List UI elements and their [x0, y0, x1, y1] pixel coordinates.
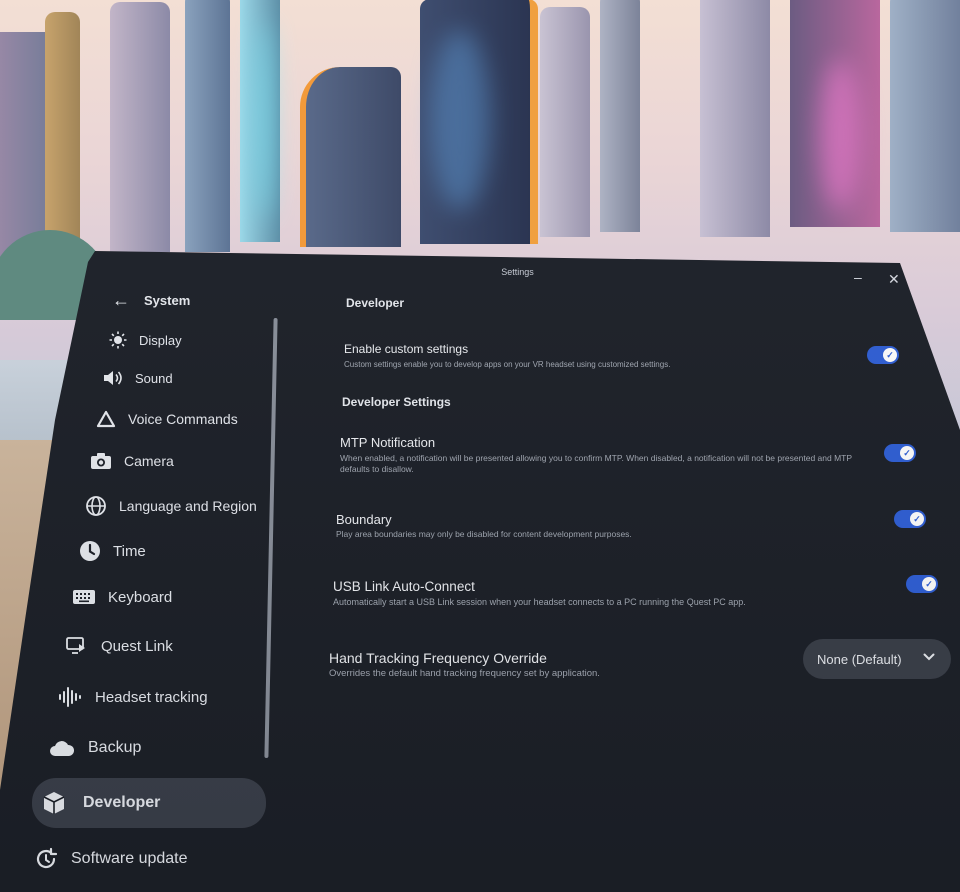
brightness-icon [109, 331, 127, 349]
boundary-description: Play area boundaries may only be disable… [336, 529, 632, 539]
sidebar-item-label: Keyboard [108, 588, 173, 606]
clock-icon [79, 540, 101, 562]
check-icon: ✓ [922, 577, 936, 591]
section-heading: Developer Settings [342, 395, 451, 409]
usb-link-toggle[interactable]: ✓ [906, 575, 938, 593]
boundary-toggle[interactable]: ✓ [894, 510, 926, 528]
dropdown-selected-value: None (Default) [817, 651, 902, 667]
background-tower [185, 0, 230, 252]
check-icon: ✓ [883, 348, 897, 362]
custom-settings-description: Custom settings enable you to develop ap… [344, 360, 671, 369]
neon-glow [820, 60, 860, 210]
sidebar-section-label: System [144, 292, 191, 308]
mtp-notification-toggle[interactable]: ✓ [884, 444, 916, 462]
custom-settings-title: Enable custom settings [344, 342, 469, 356]
sidebar-item-label: Camera [124, 453, 174, 469]
sidebar-item-time[interactable]: Time [79, 540, 146, 562]
sidebar-item-voice-commands[interactable]: Voice Commands [96, 410, 238, 428]
boundary-title: Boundary [336, 512, 392, 527]
sidebar-item-label: Software update [71, 850, 188, 867]
hand-tracking-dropdown[interactable]: None (Default) [803, 639, 951, 679]
sidebar-item-keyboard[interactable]: Keyboard [72, 588, 172, 606]
background-tower [540, 7, 590, 237]
sidebar-item-label: Backup [88, 739, 142, 756]
tracking-icon [57, 685, 83, 709]
sidebar-item-camera[interactable]: Camera [90, 452, 174, 470]
mtp-notification-description: When enabled, a notification will be pre… [340, 453, 852, 475]
sidebar-item-label: Sound [135, 370, 173, 386]
background-tower [600, 0, 640, 232]
sidebar-item-label: Voice Commands [128, 411, 238, 427]
window-title: Settings [501, 267, 534, 277]
globe-icon [85, 495, 107, 517]
sidebar-item-label: Headset tracking [95, 688, 208, 706]
neon-glow [255, 20, 275, 220]
background-tower [110, 2, 170, 252]
sidebar-item-label: Display [139, 332, 182, 348]
sidebar-item-backup[interactable]: Backup [48, 737, 141, 759]
sidebar-item-software-update[interactable]: Software update [33, 846, 188, 872]
sidebar-item-quest-link[interactable]: Quest Link [65, 635, 173, 657]
sidebar-item-headset-tracking[interactable]: Headset tracking [57, 685, 208, 709]
mtp-notification-title: MTP Notification [340, 435, 436, 450]
sidebar-item-display[interactable]: Display [109, 331, 182, 349]
quest-link-icon [65, 635, 89, 657]
cube-icon [41, 790, 67, 816]
update-icon [33, 846, 59, 872]
neon-glow [430, 30, 490, 210]
page-title: Developer [346, 296, 405, 310]
custom-settings-toggle[interactable]: ✓ [867, 346, 899, 364]
background-tower [300, 67, 401, 247]
background-tower [700, 0, 770, 237]
back-arrow-icon: ← [112, 290, 130, 310]
minimize-icon[interactable]: – [854, 270, 862, 284]
sidebar-item-sound[interactable]: Sound [103, 370, 173, 386]
sidebar-item-label: Quest Link [101, 637, 173, 655]
keyboard-icon [72, 588, 96, 606]
hand-tracking-description: Overrides the default hand tracking freq… [329, 668, 600, 679]
background-tower [45, 12, 80, 252]
check-icon: ✓ [910, 512, 924, 526]
close-icon[interactable]: ✕ [888, 272, 900, 286]
background-tower [890, 0, 960, 232]
chevron-down-icon [923, 650, 935, 665]
sidebar-scrollbar[interactable] [264, 318, 278, 758]
sidebar-item-label: Time [113, 542, 146, 560]
check-icon: ✓ [900, 446, 914, 460]
usb-link-title: USB Link Auto-Connect [333, 579, 475, 594]
voice-commands-icon [96, 410, 116, 428]
camera-icon [90, 452, 112, 470]
sidebar-item-label: Developer [83, 794, 161, 811]
back-button[interactable]: ← System [112, 291, 190, 309]
sidebar-item-language-region[interactable]: Language and Region [85, 495, 257, 517]
speaker-icon [103, 370, 123, 386]
hand-tracking-title: Hand Tracking Frequency Override [329, 650, 547, 666]
sidebar-item-developer[interactable]: Developer [41, 790, 160, 816]
cloud-icon [48, 737, 76, 759]
usb-link-description: Automatically start a USB Link session w… [333, 597, 746, 607]
sidebar-item-label: Language and Region [119, 498, 257, 514]
